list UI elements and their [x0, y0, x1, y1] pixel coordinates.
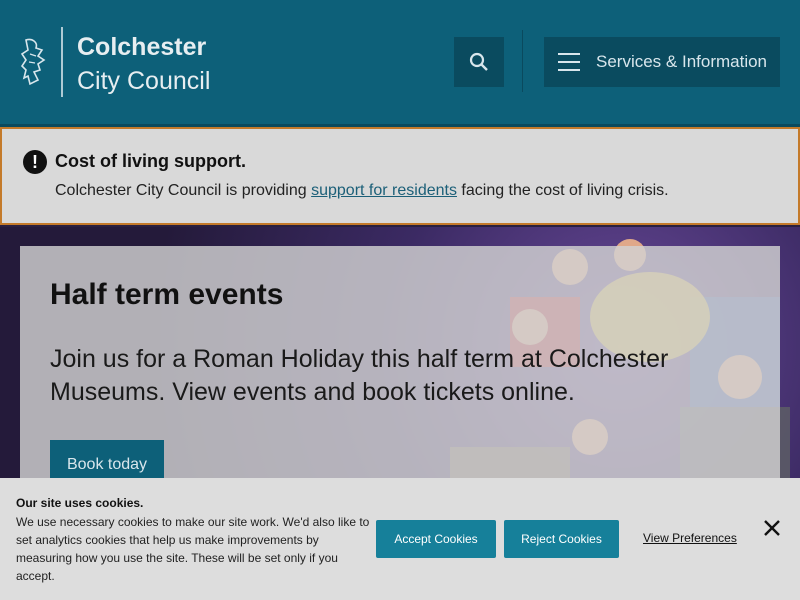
- site-header: Colchester City Council Services & Infor…: [0, 0, 800, 124]
- alert-text-after: facing the cost of living crisis.: [456, 182, 669, 199]
- reject-cookies-button[interactable]: Reject Cookies: [504, 520, 619, 558]
- alert-text: Colchester City Council is providing sup…: [55, 182, 669, 200]
- hero-title: Half term events: [50, 278, 284, 311]
- cost-of-living-alert: ! Cost of living support. Colchester Cit…: [0, 127, 800, 225]
- org-name[interactable]: Colchester City Council: [77, 30, 210, 98]
- cookie-banner: Our site uses cookies. We use necessary …: [0, 478, 800, 600]
- exclamation-icon: !: [23, 150, 47, 174]
- org-name-line1: Colchester: [77, 33, 207, 61]
- org-name-line2: City Council: [77, 67, 211, 95]
- hamburger-menu-icon: [558, 53, 580, 71]
- alert-text-before: Colchester City Council is providing: [55, 182, 312, 199]
- view-preferences-link[interactable]: View Preferences: [643, 531, 737, 545]
- search-icon: [469, 52, 488, 71]
- support-for-residents-link[interactable]: support for residents: [311, 182, 457, 199]
- services-menu-button[interactable]: Services & Information: [544, 37, 780, 87]
- logo-divider: [61, 27, 63, 97]
- search-button[interactable]: [454, 37, 504, 87]
- header-divider: [522, 30, 523, 92]
- hero-text: Join us for a Roman Holiday this half te…: [50, 345, 669, 406]
- close-icon[interactable]: [762, 518, 782, 538]
- council-crest-icon[interactable]: [20, 36, 48, 88]
- accept-cookies-button[interactable]: Accept Cookies: [376, 520, 496, 558]
- alert-title: Cost of living support.: [55, 151, 246, 171]
- cookie-text: We use necessary cookies to make our sit…: [16, 515, 370, 583]
- cookie-title: Our site uses cookies.: [16, 496, 144, 510]
- services-menu-label: Services & Information: [596, 52, 768, 71]
